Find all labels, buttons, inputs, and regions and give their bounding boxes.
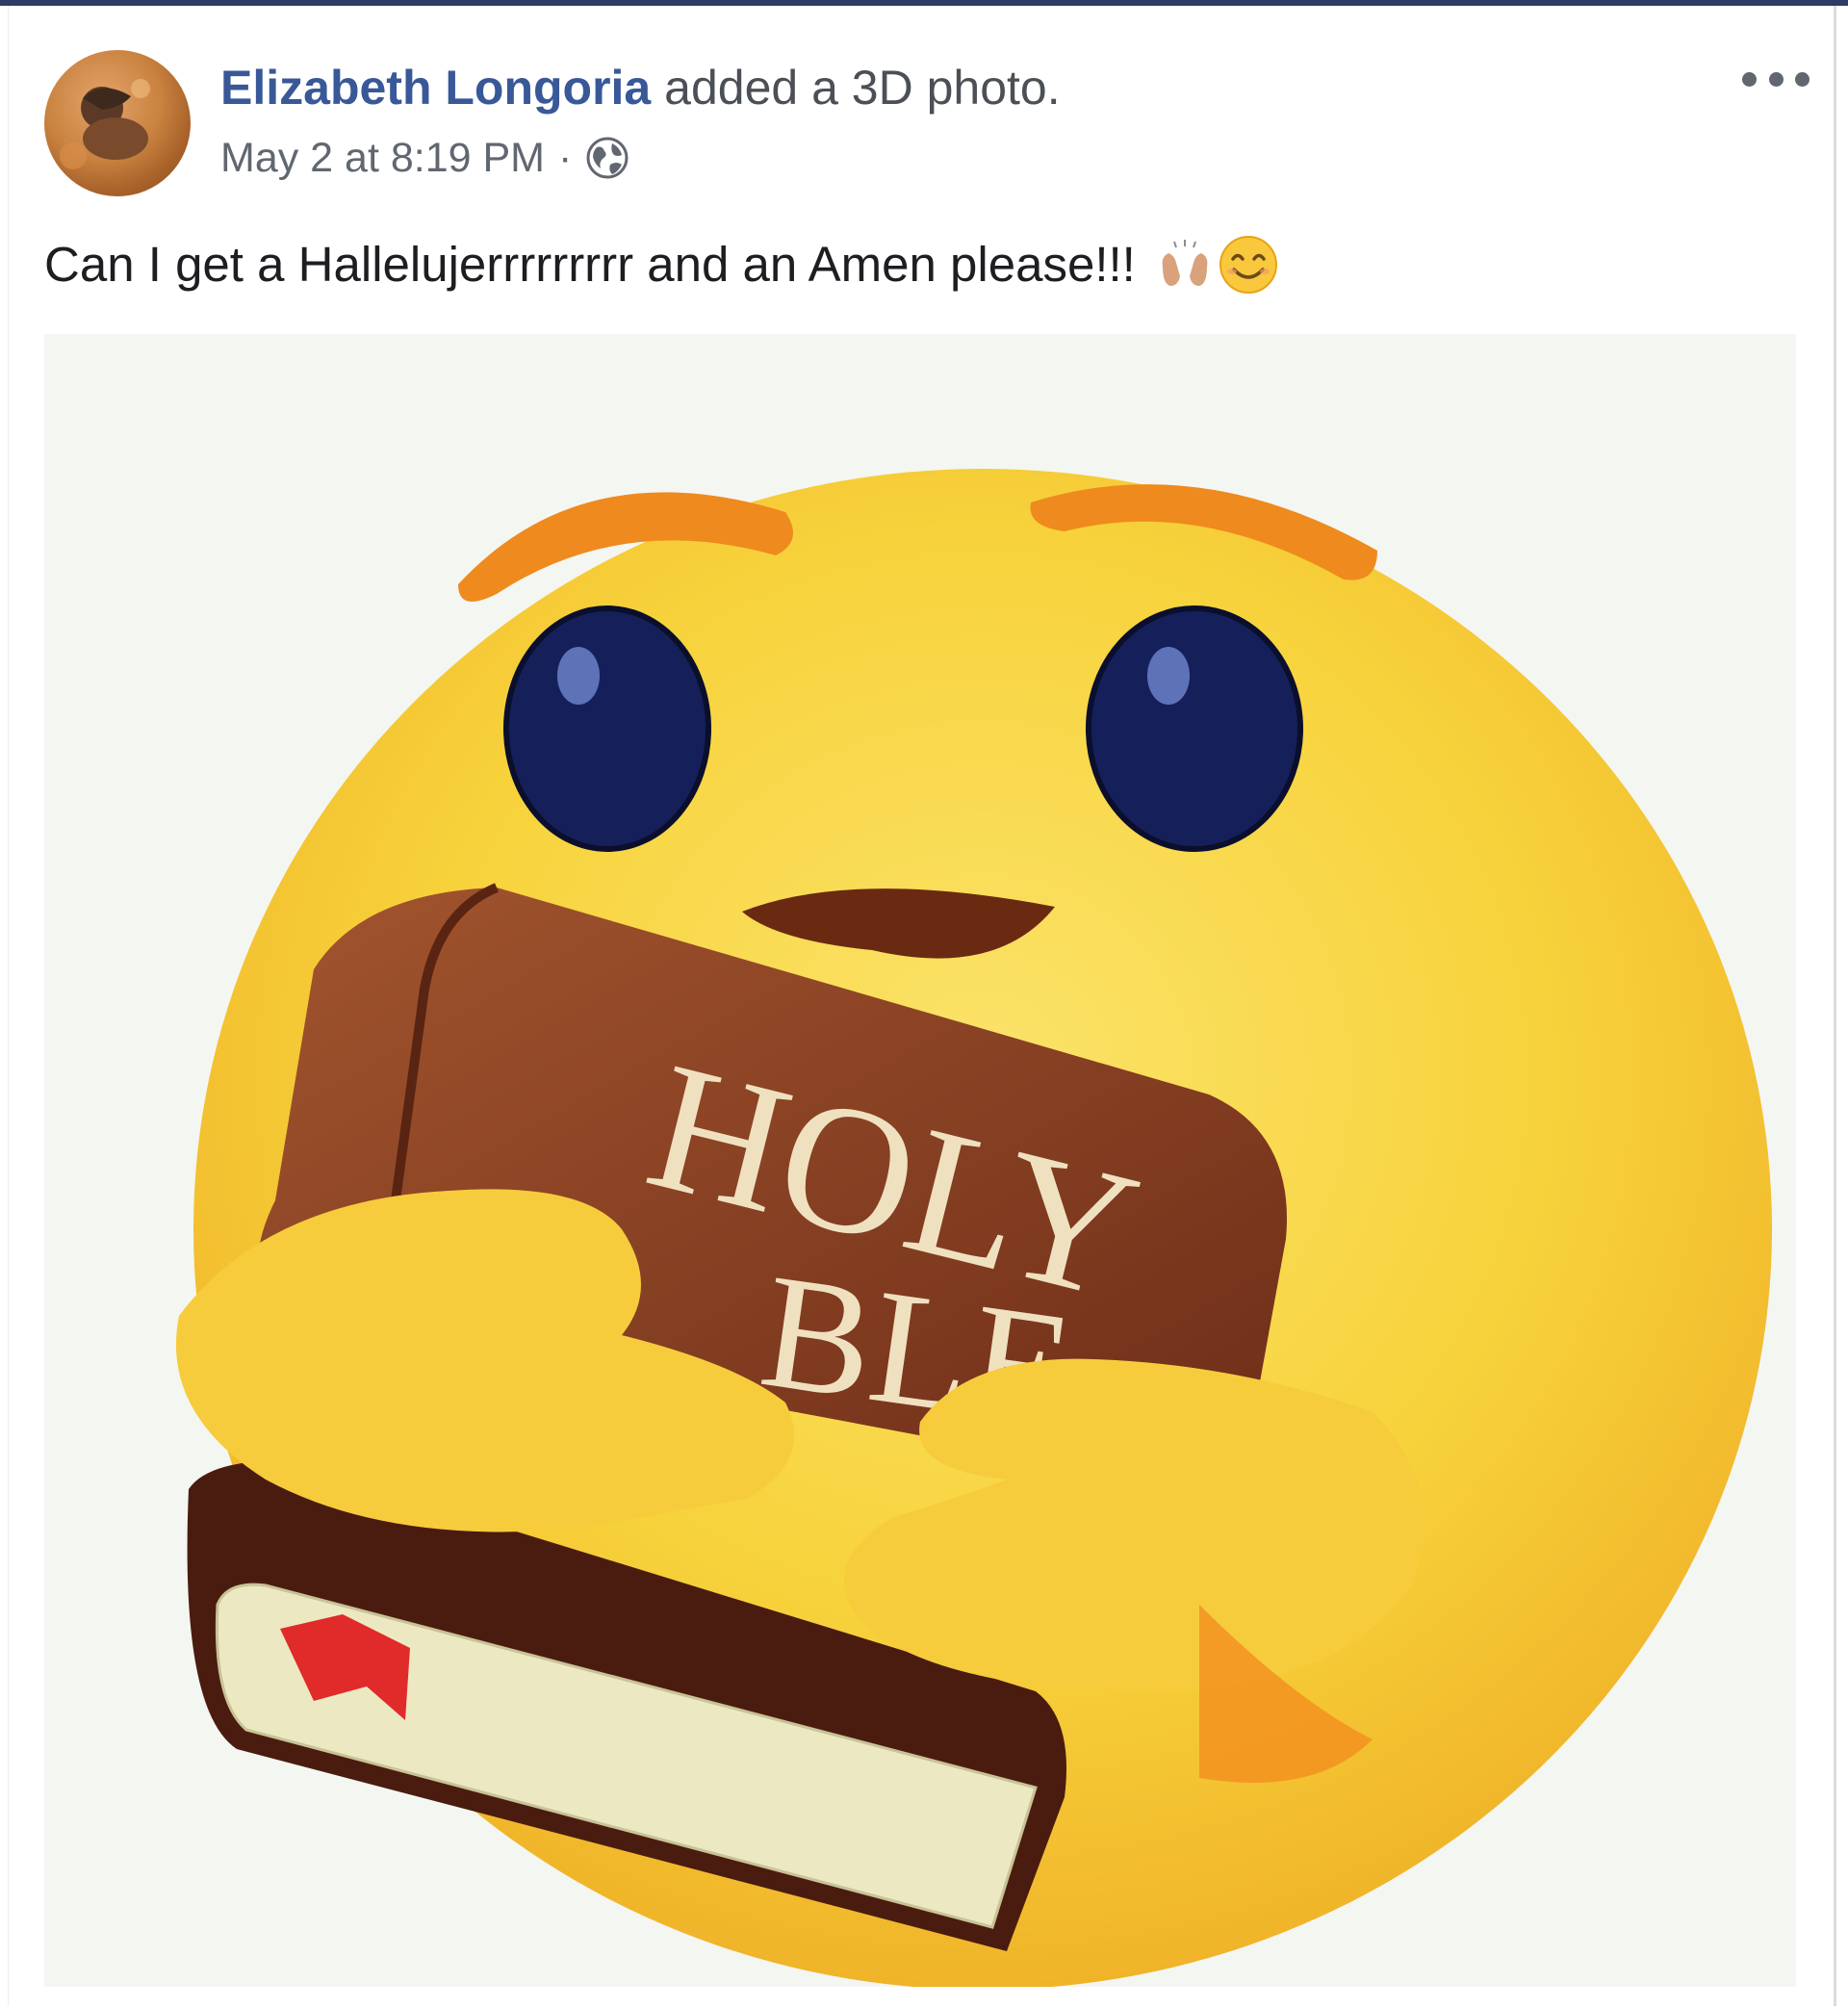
smiling-face-emoji xyxy=(1219,236,1277,294)
more-dot xyxy=(1742,71,1757,87)
raising-hands-emoji xyxy=(1162,240,1208,286)
post-timestamp[interactable]: May 2 at 8:19 PM xyxy=(220,133,545,183)
author-name-link[interactable]: Elizabeth Longoria xyxy=(220,61,651,115)
more-dot xyxy=(1795,71,1810,87)
avatar-image xyxy=(60,79,150,169)
post-meta: May 2 at 8:19 PM · xyxy=(220,133,629,183)
meta-separator: · xyxy=(558,135,573,181)
post-header-line: Elizabeth Longoria added a 3D photo. xyxy=(220,60,1061,116)
author-avatar[interactable] xyxy=(44,50,191,196)
care-emoji-holding-bible-image: HOLY BLE xyxy=(44,334,1796,1987)
more-dot xyxy=(1768,71,1784,87)
post-action-text: added a 3D photo. xyxy=(664,61,1061,115)
more-options-icon[interactable] xyxy=(1742,60,1810,98)
post-message-text: Can I get a Hallelujerrrrrrrrr and an Am… xyxy=(44,237,1136,292)
globe-icon[interactable] xyxy=(585,136,629,180)
post-photo[interactable]: HOLY BLE xyxy=(44,334,1796,1987)
post-message: Can I get a Hallelujerrrrrrrrr and an Am… xyxy=(44,235,1278,295)
